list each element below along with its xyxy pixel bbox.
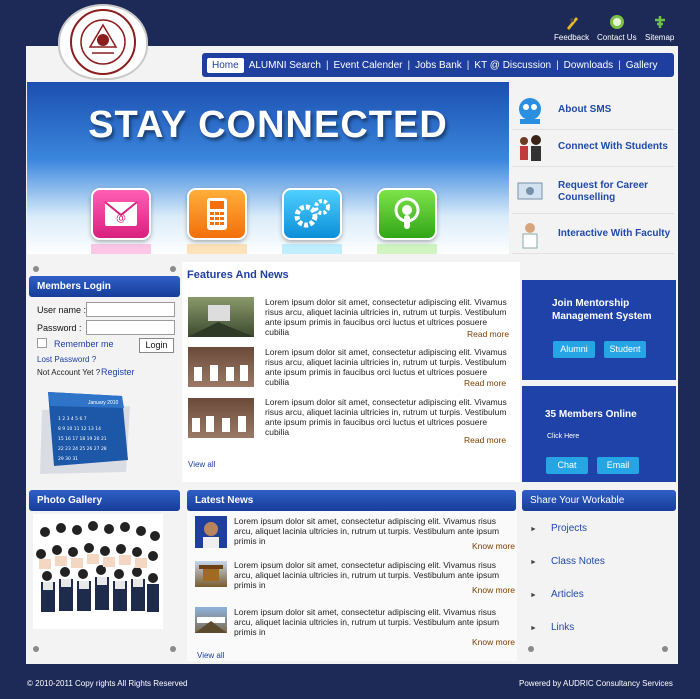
latest-know-more[interactable]: Know more <box>472 585 515 595</box>
career-counselling-link[interactable]: Request for Career Counselling <box>512 170 674 214</box>
password-input[interactable] <box>86 320 175 335</box>
nav-jobs-bank[interactable]: Jobs Bank <box>410 60 467 71</box>
calendar-image: 1 2 3 4 5 6 7 8 9 10 11 12 13 14 15 16 1… <box>36 388 134 476</box>
about-sms-link[interactable]: About SMS <box>512 90 674 130</box>
feedback-link[interactable]: Feedback <box>554 14 589 42</box>
mascot-icon <box>514 95 546 125</box>
nav-alumni-search[interactable]: ALUMNI Search <box>244 60 326 71</box>
latest-news-text: Lorem ipsum dolor sit amet, consectetur … <box>234 607 500 637</box>
contact-icon <box>609 14 625 30</box>
latest-view-all-link[interactable]: View all <box>197 651 224 660</box>
gears-app-icon <box>282 188 342 254</box>
mentorship-title: Join Mentorship Management System <box>552 298 652 322</box>
chat-button[interactable]: Chat <box>546 457 588 474</box>
remember-me-label: Remember me <box>54 339 114 349</box>
news-thumb <box>195 516 227 548</box>
svg-text:1 2 3 4 5 6 7: 1 2 3 4 5 6 7 <box>58 416 87 422</box>
username-label: User name : <box>37 305 87 315</box>
not-account-text: Not Account Yet ? <box>37 368 101 377</box>
click-here-link[interactable]: Click Here <box>547 433 579 440</box>
svg-text:@: @ <box>116 213 126 224</box>
share-projects-link[interactable]: ► Projects <box>530 523 587 534</box>
feature-thumb <box>188 297 254 337</box>
footer-copyright: © 2010-2011 Copy rights All Rights Reser… <box>27 679 188 688</box>
svg-text:8 9 10 11 12 13 14: 8 9 10 11 12 13 14 <box>58 426 101 432</box>
latest-news-title: Latest News <box>187 490 516 511</box>
svg-text:22 23 24 25 26 27 28: 22 23 24 25 26 27 28 <box>58 446 107 452</box>
hero-banner: STAY CONNECTED @ <box>27 82 509 254</box>
latest-know-more[interactable]: Know more <box>472 541 515 551</box>
feature-read-more[interactable]: Read more <box>464 435 506 445</box>
feature-thumb <box>188 398 254 438</box>
share-class-notes-link[interactable]: ► Class Notes <box>530 556 605 567</box>
student-button[interactable]: Student <box>604 341 646 358</box>
university-logo[interactable] <box>58 4 148 80</box>
feedback-icon <box>564 14 580 30</box>
lost-password-link[interactable]: Lost Password ? <box>37 355 96 364</box>
banner-title: STAY CONNECTED <box>88 104 448 146</box>
contact-us-link[interactable]: Contact Us <box>597 14 637 42</box>
group-photo-icon <box>36 521 160 612</box>
arrow-icon: ► <box>530 526 537 533</box>
main-nav: Home ALUMNI Search | Event Calender | Jo… <box>202 53 674 77</box>
members-login-title: Members Login <box>29 276 180 297</box>
phone-app-icon <box>187 188 247 254</box>
arrow-icon: ► <box>530 625 537 632</box>
students-photo-icon <box>514 132 546 162</box>
photo-gallery-title: Photo Gallery <box>29 490 180 511</box>
share-articles-link[interactable]: ► Articles <box>530 589 584 600</box>
username-input[interactable] <box>86 302 175 317</box>
sitemap-link[interactable]: Sitemap <box>645 14 674 42</box>
footer-powered-by: Powered by AUDRIC Consultancy Services <box>519 679 673 688</box>
nav-home[interactable]: Home <box>207 57 244 73</box>
nav-gallery[interactable]: Gallery <box>621 60 663 71</box>
svg-text:29 30 31: 29 30 31 <box>58 456 78 462</box>
sitemap-icon <box>652 14 668 30</box>
gallery-photo[interactable] <box>33 514 163 629</box>
share-links-link[interactable]: ► Links <box>530 622 574 633</box>
nav-kt-discussion[interactable]: KT @ Discussion <box>469 60 556 71</box>
features-title: Features And News <box>187 269 289 281</box>
features-view-all-link[interactable]: View all <box>188 460 215 469</box>
faculty-photo-icon <box>514 219 546 249</box>
svg-text:15 16 17 18 19 20 21: 15 16 17 18 19 20 21 <box>58 436 107 442</box>
latest-know-more[interactable]: Know more <box>472 637 515 647</box>
connect-students-link[interactable]: Connect With Students <box>512 127 674 167</box>
mentorship-box <box>522 280 676 380</box>
email-button[interactable]: Email <box>597 457 639 474</box>
nav-event-calender[interactable]: Event Calender <box>329 60 408 71</box>
members-online-title: 35 Members Online <box>545 409 637 420</box>
news-thumb <box>195 607 227 633</box>
alumni-button[interactable]: Alumni <box>553 341 595 358</box>
login-button[interactable]: Login <box>139 338 174 353</box>
arrow-icon: ► <box>530 592 537 599</box>
feature-text: Lorem ipsum dolor sit amet, consectetur … <box>265 397 507 437</box>
podcast-app-icon <box>377 188 437 254</box>
share-workable-title: Share Your Workable <box>522 490 676 511</box>
arrow-icon: ► <box>530 559 537 566</box>
register-link[interactable]: Register <box>101 367 135 377</box>
university-seal-icon <box>70 9 136 75</box>
feature-read-more[interactable]: Read more <box>464 378 506 388</box>
feature-thumb <box>188 347 254 387</box>
calendar-month: January 2010 <box>88 400 119 406</box>
password-label: Password : <box>37 323 82 333</box>
counselling-icon <box>514 177 546 207</box>
interactive-faculty-link[interactable]: Interactive With Faculty <box>512 214 674 254</box>
nav-downloads[interactable]: Downloads <box>559 60 618 71</box>
remember-me-checkbox[interactable] <box>37 338 47 348</box>
feature-read-more[interactable]: Read more <box>467 329 509 339</box>
email-app-icon: @ <box>91 188 151 254</box>
news-thumb <box>195 561 227 587</box>
